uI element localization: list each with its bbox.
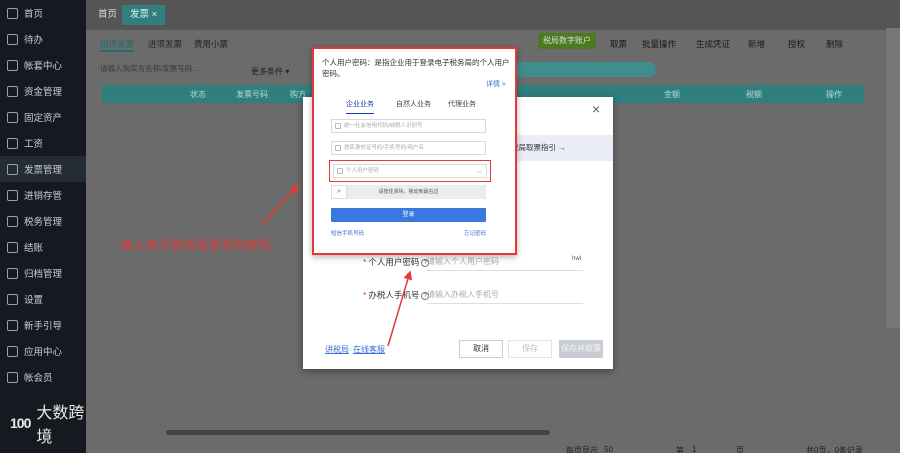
annotation-text: 输入电子税务局登录的密码 — [121, 238, 272, 252]
tab-home[interactable]: 首页 — [90, 5, 125, 25]
pwd-label: * 个人用户密码? — [363, 256, 430, 268]
guide-icon — [7, 319, 18, 331]
gear-icon — [7, 293, 18, 305]
password-highlight-box: 个人用户密码 ◡ — [329, 160, 491, 182]
password-input[interactable]: 个人用户密码 ◡ — [333, 164, 487, 178]
member-icon — [7, 371, 18, 383]
pager-per-page-label: 每页显示 — [566, 446, 598, 453]
sidebar-item-inventory[interactable]: 进销存管 — [0, 182, 86, 208]
pager-total: 共0页，0条记录 — [806, 446, 863, 453]
table-header-cell: 状态 — [190, 90, 206, 99]
close-icon[interactable]: × — [592, 101, 600, 117]
user-icon — [335, 145, 341, 151]
sidebar-item-settings[interactable]: 设置 — [0, 286, 86, 312]
slider-handle[interactable]: » — [331, 185, 347, 199]
captcha-slider[interactable]: » 请按住滑块，拖动到最右边 — [331, 185, 486, 199]
apps-icon — [7, 345, 18, 357]
save-button[interactable]: 保存 — [508, 340, 552, 358]
search-input[interactable]: 请输入购买方名称/发票号码... — [100, 63, 230, 74]
sidebar-item-funds[interactable]: 资金管理 — [0, 78, 86, 104]
pager-page-unit: 页 — [736, 446, 744, 453]
table-header-cell: 操作 — [826, 90, 842, 99]
asset-icon — [7, 111, 18, 123]
pager-per-page-select[interactable]: 50 — [604, 445, 613, 453]
sidebar-item-invoice[interactable]: 发票管理 — [0, 156, 86, 182]
authorize-button[interactable]: 授权 — [788, 38, 805, 50]
save-and-fetch-button[interactable]: 保存并取票 — [559, 340, 603, 358]
table-header-cell: 金额 — [664, 90, 680, 99]
eye-icon[interactable]: ◡ — [477, 165, 482, 177]
add-button[interactable]: 新增 — [748, 38, 765, 50]
salary-icon — [7, 137, 18, 149]
tax-account-button[interactable]: 税局数字账户 — [538, 33, 596, 49]
home-icon — [7, 7, 18, 19]
username-input[interactable]: 居民身份证号码/手机号码/用户名 — [331, 141, 486, 155]
subtab-sales-invoice[interactable]: 销项发票 — [100, 38, 135, 52]
logo-mark: 100 — [10, 415, 31, 431]
pager-page-input[interactable]: 1 — [692, 445, 696, 453]
more-filter-dropdown[interactable]: 更多条件 ▾ — [251, 66, 289, 77]
tab-invoice[interactable]: 发票 × — [122, 5, 166, 25]
login-button[interactable]: 登录 — [331, 208, 486, 222]
archive-icon — [7, 267, 18, 279]
fetch-invoice-button[interactable]: 取票 — [610, 38, 627, 50]
closing-icon — [7, 241, 18, 253]
sidebar-item-assets[interactable]: 固定资产 — [0, 104, 86, 130]
sidebar-item-closing[interactable]: 结账 — [0, 234, 86, 260]
tab-enterprise[interactable]: 企业业务 — [346, 99, 374, 114]
tab-individual[interactable]: 自然人业务 — [396, 99, 431, 109]
pwd-suffix: hwl — [571, 256, 581, 262]
sidebar: 首页 待办 帐套中心 资金管理 固定资产 工资 发票管理 进销存管 税务管理 结… — [0, 0, 86, 453]
sidebar-item-member[interactable]: 帐会员 — [0, 364, 86, 390]
watermark-logo: 100 大数跨境 — [10, 399, 86, 447]
sidebar-item-guide[interactable]: 新手引导 — [0, 312, 86, 338]
detail-link[interactable]: 详情 » — [486, 79, 506, 89]
pwd-field[interactable]: 请输入个人用户密码 hwl — [427, 256, 583, 271]
horizontal-scrollbar[interactable] — [166, 430, 550, 435]
credit-code-input[interactable]: 统一社会信用代码/纳税人识别号 — [331, 119, 486, 133]
sidebar-item-archive[interactable]: 归档管理 — [0, 260, 86, 286]
date-range-filter[interactable] — [510, 62, 656, 77]
logo-text: 大数跨境 — [36, 405, 85, 446]
sidebar-item-apps[interactable]: 应用中心 — [0, 338, 86, 364]
sidebar-item-accounts[interactable]: 帐套中心 — [0, 52, 86, 78]
tutorial-link[interactable]: 讲税局 — [325, 344, 349, 355]
popup-title: 个人用户密码：是指企业用于登录电子税务局的个人用户密码。 — [322, 58, 510, 78]
subtab-purchase-invoice[interactable]: 进项发票 — [148, 38, 182, 50]
ledger-icon — [7, 59, 18, 71]
lock-icon — [337, 168, 343, 174]
table-header-cell: 税额 — [746, 90, 762, 99]
tab-bar — [86, 0, 900, 30]
online-service-link[interactable]: 在线客服 — [353, 344, 385, 355]
tax-login-popup: 个人用户密码：是指企业用于登录电子税务局的个人用户密码。 详情 » 企业业务 自… — [312, 47, 517, 255]
sidebar-item-tax[interactable]: 税务管理 — [0, 208, 86, 234]
tab-agent[interactable]: 代理业务 — [448, 99, 476, 109]
cancel-button[interactable]: 取消 — [459, 340, 503, 358]
generate-voucher-button[interactable]: 生成凭证 — [696, 38, 730, 50]
money-icon — [7, 85, 18, 97]
pager-page-label: 第 — [676, 446, 684, 453]
required-mark: * — [363, 257, 367, 267]
required-mark: * — [363, 290, 367, 300]
subtab-receipts[interactable]: 费用小票 — [194, 38, 228, 50]
invoice-icon — [7, 163, 18, 175]
forgot-password-link[interactable]: 忘记密码 — [464, 229, 486, 237]
sidebar-item-home[interactable]: 首页 — [0, 0, 86, 26]
tax-icon — [7, 215, 18, 227]
batch-ops-button[interactable]: 批量操作 — [642, 38, 676, 50]
delete-button[interactable]: 删除 — [826, 38, 843, 50]
phone-label: * 办税人手机号? — [363, 289, 430, 301]
inventory-icon — [7, 189, 18, 201]
todo-icon — [7, 33, 18, 45]
sms-login-link[interactable]: 短信手机号码 — [331, 229, 364, 237]
right-side-panel — [886, 28, 900, 328]
table-header-cell: 发票号码 — [236, 90, 268, 99]
id-icon — [335, 123, 341, 129]
sidebar-item-salary[interactable]: 工资 — [0, 130, 86, 156]
sidebar-item-todo[interactable]: 待办 — [0, 26, 86, 52]
phone-field[interactable]: 请输入办税人手机号 — [427, 289, 583, 304]
